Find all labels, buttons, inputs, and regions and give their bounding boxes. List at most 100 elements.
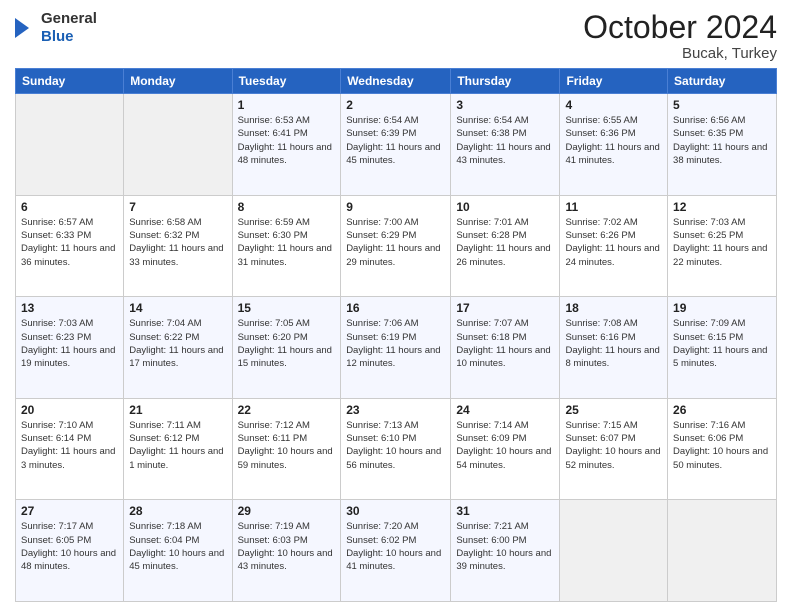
weekday-header-tuesday: Tuesday — [232, 69, 341, 94]
day-number: 31 — [456, 504, 554, 518]
day-info: Sunrise: 6:56 AM Sunset: 6:35 PM Dayligh… — [673, 114, 771, 167]
calendar-cell: 22Sunrise: 7:12 AM Sunset: 6:11 PM Dayli… — [232, 398, 341, 500]
calendar-cell: 2Sunrise: 6:54 AM Sunset: 6:39 PM Daylig… — [341, 94, 451, 196]
calendar-cell: 6 Sunrise: 6:57 AM Sunset: 6:33 PM Daylig… — [16, 195, 124, 297]
calendar-cell: 1 Sunrise: 6:53 AM Sunset: 6:41 PM Daylig… — [232, 94, 341, 196]
day-number: 27 — [21, 504, 118, 518]
day-number: 9 — [346, 200, 445, 214]
calendar-cell: 23 Sunrise: 7:13 AM Sunset: 6:10 PM Dayli… — [341, 398, 451, 500]
calendar-cell: 5Sunrise: 6:56 AM Sunset: 6:35 PM Daylig… — [668, 94, 777, 196]
day-number: 25 — [565, 403, 662, 417]
calendar-cell: 25 Sunrise: 7:15 AM Sunset: 6:07 PM Dayli… — [560, 398, 668, 500]
calendar-cell — [560, 500, 668, 602]
day-number: 6 — [21, 200, 118, 214]
calendar-table: SundayMondayTuesdayWednesdayThursdayFrid… — [15, 68, 777, 602]
day-number: 2 — [346, 98, 445, 112]
day-info: Sunrise: 7:16 AM Sunset: 6:06 PM Dayligh… — [673, 419, 771, 472]
day-info: Sunrise: 7:11 AM Sunset: 6:12 PM Dayligh… — [129, 419, 226, 472]
calendar-week-row: 27 Sunrise: 7:17 AM Sunset: 6:05 PM Dayli… — [16, 500, 777, 602]
calendar-cell: 11Sunrise: 7:02 AM Sunset: 6:26 PM Dayli… — [560, 195, 668, 297]
day-number: 1 — [238, 98, 336, 112]
day-info: Sunrise: 7:08 AM Sunset: 6:16 PM Dayligh… — [565, 317, 662, 370]
calendar-week-row: 1 Sunrise: 6:53 AM Sunset: 6:41 PM Daylig… — [16, 94, 777, 196]
day-info: Sunrise: 7:17 AM Sunset: 6:05 PM Dayligh… — [21, 520, 118, 573]
calendar-cell: 20 Sunrise: 7:10 AM Sunset: 6:14 PM Dayli… — [16, 398, 124, 500]
calendar-week-row: 13Sunrise: 7:03 AM Sunset: 6:23 PM Dayli… — [16, 297, 777, 399]
day-info: Sunrise: 6:53 AM Sunset: 6:41 PM Dayligh… — [238, 114, 336, 167]
day-number: 22 — [238, 403, 336, 417]
day-info: Sunrise: 7:15 AM Sunset: 6:07 PM Dayligh… — [565, 419, 662, 472]
calendar-cell: 29Sunrise: 7:19 AM Sunset: 6:03 PM Dayli… — [232, 500, 341, 602]
day-number: 26 — [673, 403, 771, 417]
location-title: Bucak, Turkey — [583, 45, 777, 62]
calendar-cell: 10Sunrise: 7:01 AM Sunset: 6:28 PM Dayli… — [451, 195, 560, 297]
day-number: 3 — [456, 98, 554, 112]
calendar-cell: 8 Sunrise: 6:59 AM Sunset: 6:30 PM Daylig… — [232, 195, 341, 297]
day-info: Sunrise: 6:59 AM Sunset: 6:30 PM Dayligh… — [238, 216, 336, 269]
title-block: October 2024 Bucak, Turkey — [583, 10, 777, 62]
calendar-cell: 15 Sunrise: 7:05 AM Sunset: 6:20 PM Dayli… — [232, 297, 341, 399]
logo-text-general: General — [41, 10, 97, 28]
day-info: Sunrise: 7:13 AM Sunset: 6:10 PM Dayligh… — [346, 419, 445, 472]
day-number: 16 — [346, 301, 445, 315]
calendar-cell: 14 Sunrise: 7:04 AM Sunset: 6:22 PM Dayli… — [124, 297, 232, 399]
calendar-cell: 3 Sunrise: 6:54 AM Sunset: 6:38 PM Daylig… — [451, 94, 560, 196]
day-number: 7 — [129, 200, 226, 214]
calendar-week-row: 6 Sunrise: 6:57 AM Sunset: 6:33 PM Daylig… — [16, 195, 777, 297]
weekday-header-thursday: Thursday — [451, 69, 560, 94]
day-number: 19 — [673, 301, 771, 315]
weekday-header-wednesday: Wednesday — [341, 69, 451, 94]
day-info: Sunrise: 7:00 AM Sunset: 6:29 PM Dayligh… — [346, 216, 445, 269]
day-info: Sunrise: 7:21 AM Sunset: 6:00 PM Dayligh… — [456, 520, 554, 573]
weekday-header-row: SundayMondayTuesdayWednesdayThursdayFrid… — [16, 69, 777, 94]
calendar-cell: 21 Sunrise: 7:11 AM Sunset: 6:12 PM Dayli… — [124, 398, 232, 500]
calendar-week-row: 20 Sunrise: 7:10 AM Sunset: 6:14 PM Dayli… — [16, 398, 777, 500]
month-title: October 2024 — [583, 10, 777, 45]
calendar-cell: 7Sunrise: 6:58 AM Sunset: 6:32 PM Daylig… — [124, 195, 232, 297]
day-number: 8 — [238, 200, 336, 214]
calendar-cell: 16 Sunrise: 7:06 AM Sunset: 6:19 PM Dayli… — [341, 297, 451, 399]
day-info: Sunrise: 7:06 AM Sunset: 6:19 PM Dayligh… — [346, 317, 445, 370]
day-info: Sunrise: 7:04 AM Sunset: 6:22 PM Dayligh… — [129, 317, 226, 370]
day-number: 11 — [565, 200, 662, 214]
day-number: 18 — [565, 301, 662, 315]
day-number: 21 — [129, 403, 226, 417]
calendar-cell: 12 Sunrise: 7:03 AM Sunset: 6:25 PM Dayli… — [668, 195, 777, 297]
calendar-cell: 31 Sunrise: 7:21 AM Sunset: 6:00 PM Dayli… — [451, 500, 560, 602]
weekday-header-sunday: Sunday — [16, 69, 124, 94]
day-number: 15 — [238, 301, 336, 315]
calendar-cell: 4 Sunrise: 6:55 AM Sunset: 6:36 PM Daylig… — [560, 94, 668, 196]
calendar-cell: 9 Sunrise: 7:00 AM Sunset: 6:29 PM Daylig… — [341, 195, 451, 297]
day-info: Sunrise: 7:03 AM Sunset: 6:23 PM Dayligh… — [21, 317, 118, 370]
calendar-cell: 19Sunrise: 7:09 AM Sunset: 6:15 PM Dayli… — [668, 297, 777, 399]
day-number: 28 — [129, 504, 226, 518]
day-number: 14 — [129, 301, 226, 315]
day-info: Sunrise: 7:05 AM Sunset: 6:20 PM Dayligh… — [238, 317, 336, 370]
day-info: Sunrise: 7:10 AM Sunset: 6:14 PM Dayligh… — [21, 419, 118, 472]
calendar-cell — [124, 94, 232, 196]
day-info: Sunrise: 6:57 AM Sunset: 6:33 PM Dayligh… — [21, 216, 118, 269]
calendar-cell: 30 Sunrise: 7:20 AM Sunset: 6:02 PM Dayli… — [341, 500, 451, 602]
logo-text-blue: Blue — [41, 28, 97, 46]
day-info: Sunrise: 6:55 AM Sunset: 6:36 PM Dayligh… — [565, 114, 662, 167]
calendar-cell: 24Sunrise: 7:14 AM Sunset: 6:09 PM Dayli… — [451, 398, 560, 500]
day-number: 30 — [346, 504, 445, 518]
calendar-cell: 13Sunrise: 7:03 AM Sunset: 6:23 PM Dayli… — [16, 297, 124, 399]
day-number: 23 — [346, 403, 445, 417]
day-number: 17 — [456, 301, 554, 315]
day-info: Sunrise: 7:01 AM Sunset: 6:28 PM Dayligh… — [456, 216, 554, 269]
day-number: 12 — [673, 200, 771, 214]
day-info: Sunrise: 6:54 AM Sunset: 6:38 PM Dayligh… — [456, 114, 554, 167]
calendar-cell: 27 Sunrise: 7:17 AM Sunset: 6:05 PM Dayli… — [16, 500, 124, 602]
calendar-cell: 17 Sunrise: 7:07 AM Sunset: 6:18 PM Dayli… — [451, 297, 560, 399]
day-info: Sunrise: 7:20 AM Sunset: 6:02 PM Dayligh… — [346, 520, 445, 573]
day-number: 20 — [21, 403, 118, 417]
day-info: Sunrise: 7:03 AM Sunset: 6:25 PM Dayligh… — [673, 216, 771, 269]
weekday-header-friday: Friday — [560, 69, 668, 94]
day-info: Sunrise: 7:07 AM Sunset: 6:18 PM Dayligh… — [456, 317, 554, 370]
calendar-cell: 26 Sunrise: 7:16 AM Sunset: 6:06 PM Dayli… — [668, 398, 777, 500]
logo-arrow-icon — [15, 14, 37, 42]
weekday-header-saturday: Saturday — [668, 69, 777, 94]
day-number: 29 — [238, 504, 336, 518]
day-number: 4 — [565, 98, 662, 112]
